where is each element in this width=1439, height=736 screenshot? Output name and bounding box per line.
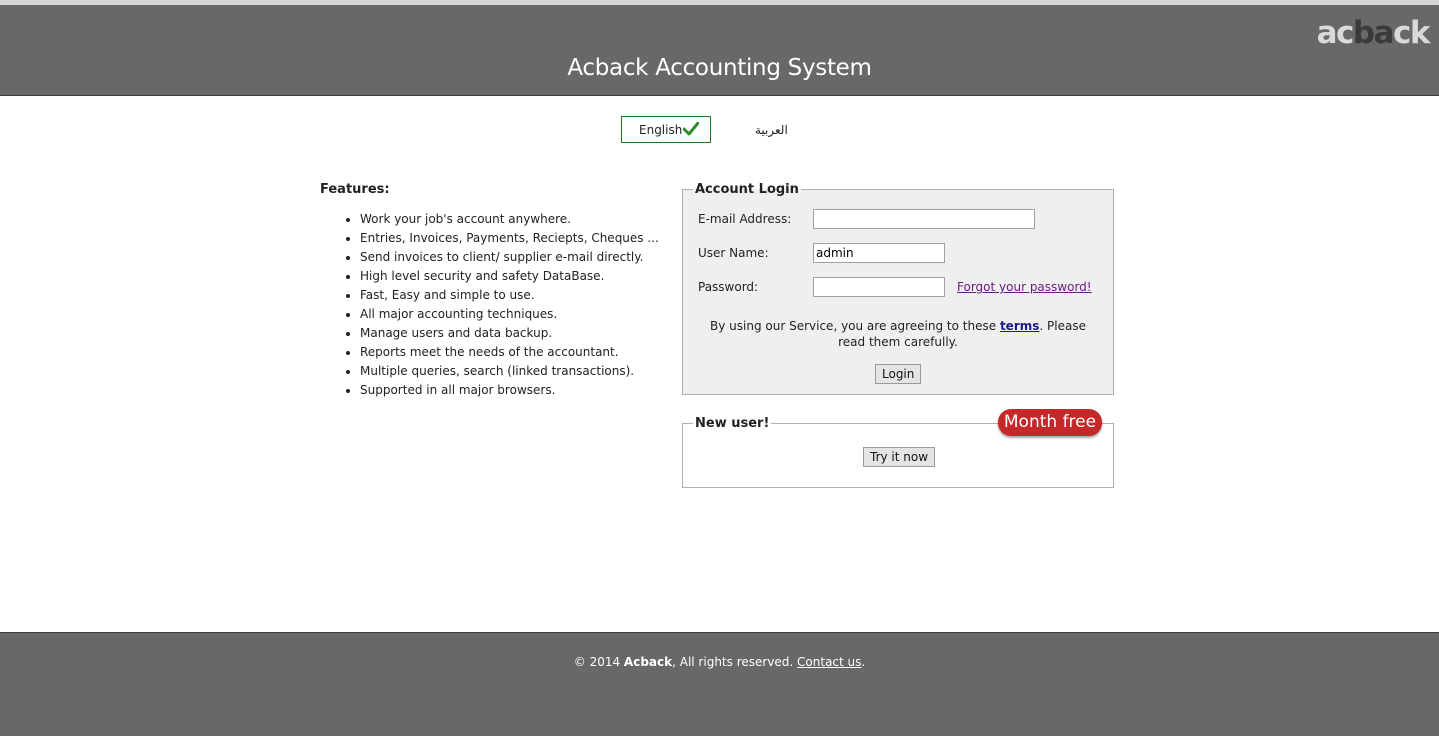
month-free-badge: Month free (998, 409, 1102, 436)
feature-item: Multiple queries, search (linked transac… (360, 362, 659, 381)
email-field[interactable] (813, 209, 1035, 229)
username-field[interactable] (813, 243, 945, 263)
page-title: Acback Accounting System (567, 55, 872, 81)
feature-item: High level security and safety DataBase. (360, 267, 659, 286)
email-label: E-mail Address: (698, 212, 792, 226)
feature-item: Supported in all major browsers. (360, 381, 659, 400)
copyright-text: © 2014 (573, 655, 624, 669)
account-login-legend: Account Login (695, 182, 799, 197)
forgot-password-link[interactable]: Forgot your password! (957, 280, 1092, 294)
checkmark-icon (683, 122, 699, 136)
terms-text-before: By using our Service, you are agreeing t… (710, 319, 1000, 333)
page-header: Acback Accounting System acback (0, 5, 1439, 96)
logo-part-1: ac (1316, 15, 1355, 51)
page-footer: © 2014 Acback, All rights reserved. Cont… (0, 632, 1439, 736)
language-arabic-link[interactable]: العربية (755, 123, 788, 137)
feature-item: Entries, Invoices, Payments, Reciepts, C… (360, 229, 659, 248)
contact-us-link[interactable]: Contact us (797, 655, 861, 669)
password-field[interactable] (813, 277, 945, 297)
password-label: Password: (698, 280, 759, 294)
logo-part-2: ba (1352, 15, 1395, 51)
terms-link[interactable]: terms (1000, 319, 1039, 333)
features-list: Work your job's account anywhere. Entrie… (320, 210, 659, 400)
logo-part-3: ck (1393, 15, 1431, 51)
login-button[interactable]: Login (875, 364, 922, 384)
feature-item: Work your job's account anywhere. (360, 210, 659, 229)
language-english-button[interactable]: English (621, 116, 711, 143)
footer-copyright: © 2014 Acback, All rights reserved. Cont… (0, 655, 1439, 669)
new-user-legend: New user! (695, 416, 770, 431)
feature-item: Reports meet the needs of the accountant… (360, 343, 659, 362)
language-english-label: English (639, 123, 683, 137)
terms-notice: By using our Service, you are agreeing t… (696, 318, 1100, 350)
acback-logo: acback (1316, 15, 1431, 51)
rights-text: , All rights reserved. (672, 655, 798, 669)
username-label: User Name: (698, 246, 769, 260)
features-title: Features: (320, 182, 390, 197)
feature-item: Manage users and data backup. (360, 324, 659, 343)
footer-period: . (861, 655, 866, 669)
feature-item: All major accounting techniques. (360, 305, 659, 324)
feature-item: Send invoices to client/ supplier e-mail… (360, 248, 659, 267)
feature-item: Fast, Easy and simple to use. (360, 286, 659, 305)
footer-brand: Acback (623, 655, 673, 669)
try-it-now-button[interactable]: Try it now (863, 447, 936, 467)
